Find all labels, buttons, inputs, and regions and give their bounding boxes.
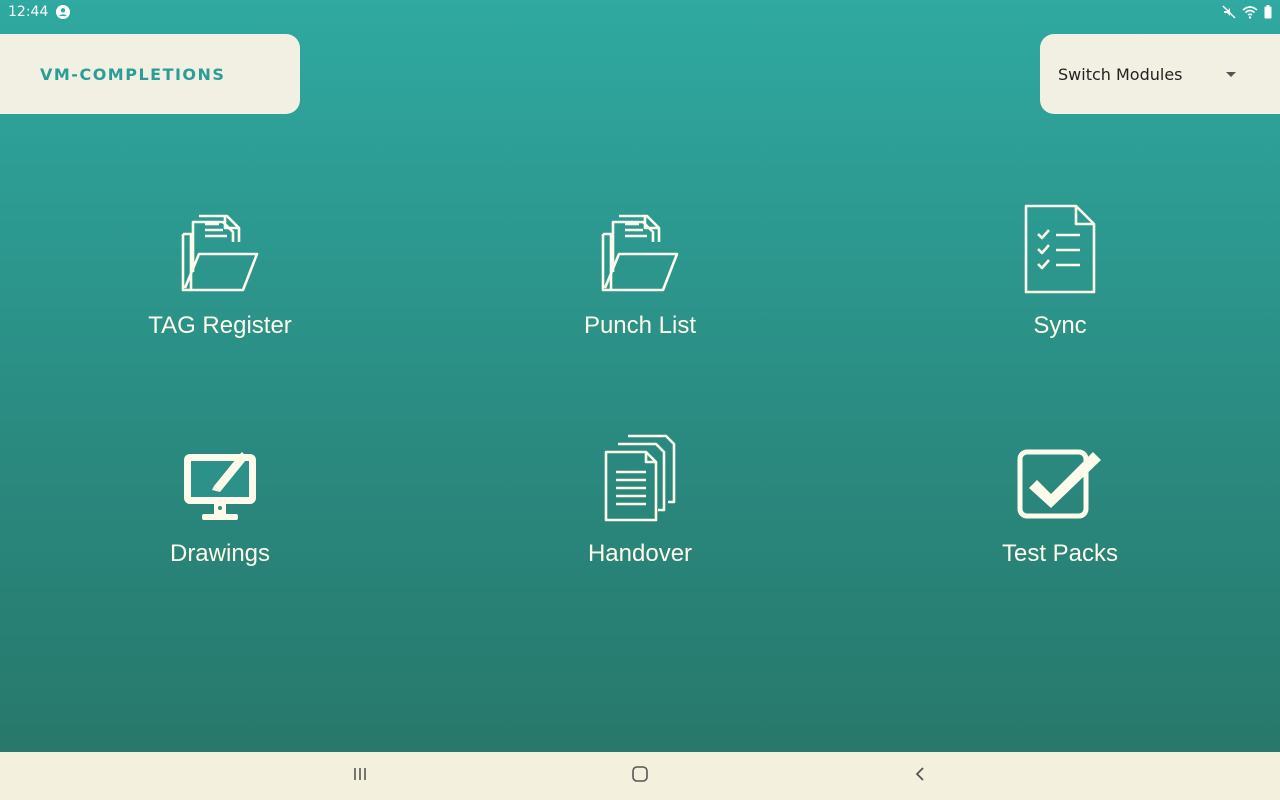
account-circle-icon (56, 5, 71, 19)
status-left: 12:44 (8, 4, 71, 20)
status-time: 12:44 (8, 4, 49, 20)
tile-test-packs[interactable]: Test Packs (910, 426, 1210, 596)
home-button[interactable] (620, 764, 660, 788)
stacked-documents-icon (602, 426, 678, 522)
checklist-icon (1022, 198, 1098, 294)
caret-down-icon (1226, 71, 1236, 77)
status-bar: 12:44 (0, 0, 1280, 24)
checkbox-icon (1015, 426, 1105, 522)
switch-modules-dropdown[interactable]: Switch Modules (1040, 34, 1280, 114)
battery-icon (1264, 5, 1272, 19)
tile-punch-list[interactable]: Punch List (490, 198, 790, 368)
back-icon (913, 766, 927, 786)
monitor-pen-icon (180, 426, 260, 522)
wifi-icon (1242, 5, 1258, 19)
tile-label: Sync (1033, 312, 1087, 339)
brand-card: VM-COMPLETIONS (0, 34, 300, 114)
recent-apps-icon (352, 766, 368, 786)
tile-label: Test Packs (1001, 540, 1119, 567)
recent-apps-button[interactable] (340, 764, 380, 788)
tile-handover[interactable]: Handover (490, 426, 790, 596)
home-icon (631, 765, 649, 787)
tile-tag-register[interactable]: TAG Register (70, 198, 370, 368)
folder-documents-icon (597, 198, 683, 294)
tile-label: Handover (587, 540, 693, 567)
tile-label: Drawings (169, 540, 271, 567)
tile-label: Punch List (583, 312, 697, 339)
folder-documents-icon (177, 198, 263, 294)
tile-label: TAG Register (148, 312, 292, 339)
navigation-bar (0, 752, 1280, 800)
back-button[interactable] (900, 764, 940, 788)
brand-logo: VM-COMPLETIONS (40, 64, 226, 84)
tile-sync[interactable]: Sync (910, 198, 1210, 368)
switch-modules-label: Switch Modules (1058, 64, 1183, 84)
status-right (1222, 5, 1272, 19)
mute-icon (1222, 5, 1236, 19)
tile-drawings[interactable]: Drawings (70, 426, 370, 596)
